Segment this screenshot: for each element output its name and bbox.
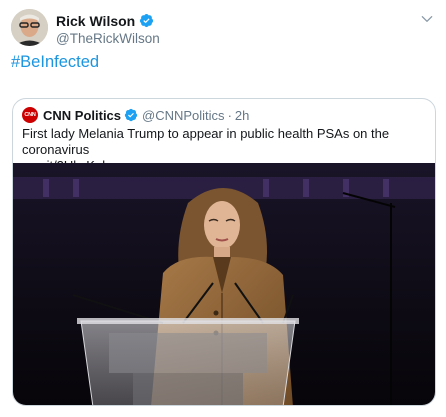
quoted-text-headline: First lady Melania Trump to appear in pu… — [22, 126, 390, 157]
quoted-tweet[interactable]: CNN CNN Politics @CNNPolitics · 2h First… — [12, 98, 436, 406]
quoted-tweet-photo[interactable] — [13, 163, 435, 405]
verified-badge-icon — [124, 108, 138, 122]
verified-badge-icon — [140, 13, 154, 28]
quoted-author-handle: @CNNPolitics — [142, 107, 225, 123]
quoted-timestamp: 2h — [234, 107, 250, 123]
avatar-image — [11, 9, 48, 46]
tweet-text: #BeInfected — [11, 53, 99, 72]
quoted-tweet-header: CNN CNN Politics @CNNPolitics · 2h — [22, 106, 249, 124]
hashtag-link[interactable]: #BeInfected — [11, 53, 99, 71]
tweet-author: Rick Wilson @TheRickWilson — [56, 12, 160, 47]
avatar[interactable] — [11, 9, 48, 46]
photo-speaker-at-podium — [13, 163, 435, 405]
author-name-row: Rick Wilson — [56, 12, 160, 29]
separator-dot: · — [227, 107, 232, 123]
quoted-author-name: CNN Politics — [43, 107, 122, 123]
tweet-card: Rick Wilson @TheRickWilson #BeInfected C… — [0, 0, 446, 417]
cnn-logo-avatar: CNN — [22, 107, 38, 123]
author-name[interactable]: Rick Wilson — [56, 13, 135, 29]
chevron-down-icon[interactable] — [420, 12, 434, 26]
author-handle[interactable]: @TheRickWilson — [56, 31, 160, 46]
